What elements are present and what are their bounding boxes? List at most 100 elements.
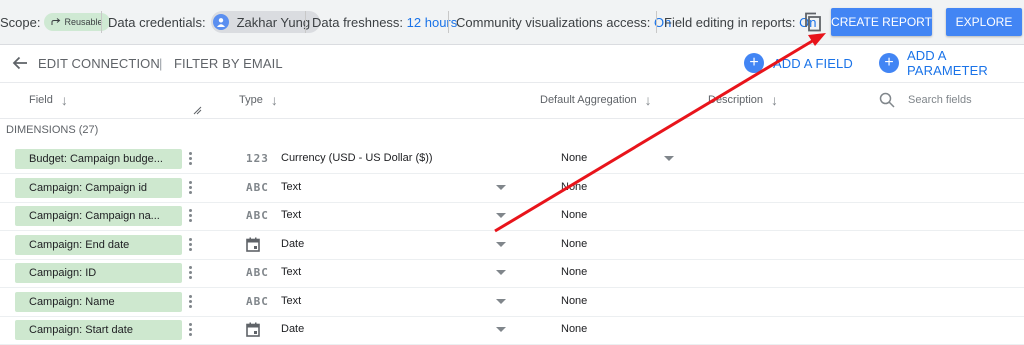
type-column-header[interactable]: Type ↓: [239, 82, 278, 118]
aggregation-value[interactable]: None: [561, 238, 587, 250]
add-parameter-plus-icon[interactable]: +: [879, 53, 899, 73]
type-select[interactable]: Text: [281, 266, 301, 278]
add-parameter-label: ADD A PARAMETER: [907, 48, 988, 78]
type-icon: ABC: [246, 266, 269, 279]
topbar-divider: [305, 11, 306, 33]
edit-connection-button[interactable]: EDIT CONNECTION: [38, 44, 160, 82]
sort-arrow-icon: ↓: [644, 92, 652, 108]
field-name-chip[interactable]: Campaign: Campaign id: [15, 177, 182, 198]
add-field-plus-icon[interactable]: +: [744, 53, 764, 73]
credentials-user-chip[interactable]: Zakhar Yung: [210, 11, 321, 33]
aggregation-value[interactable]: None: [561, 209, 587, 221]
type-column-label: Type: [239, 94, 263, 106]
sort-arrow-icon: ↓: [60, 92, 68, 108]
field-name-chip[interactable]: Budget: Campaign budge...: [15, 149, 182, 169]
scope-label: Scope:: [0, 14, 41, 30]
user-avatar-icon: [212, 14, 229, 30]
table-row: Campaign: End date Date None: [0, 231, 1024, 260]
dropdown-arrow-icon[interactable]: [496, 241, 506, 247]
table-row: Campaign: Campaign id ABC Text None: [0, 174, 1024, 203]
more-vert-icon[interactable]: [189, 179, 193, 197]
reuse-arrow-icon: [51, 18, 61, 25]
topbar-divider: [101, 11, 102, 33]
credentials-group: Data credentials: Zakhar Yung: [108, 0, 321, 44]
field-editing-label: Field editing in reports:: [664, 14, 796, 30]
field-name-chip[interactable]: Campaign: ID: [15, 263, 182, 283]
scope-group: Scope: Reusable: [0, 0, 110, 44]
dropdown-arrow-icon[interactable]: [496, 270, 506, 275]
type-select[interactable]: Currency (USD - US Dollar ($)): [281, 152, 433, 164]
type-icon: ABC: [246, 180, 269, 194]
more-vert-icon[interactable]: [189, 264, 193, 282]
add-field-label: ADD A FIELD: [773, 55, 853, 71]
filter-by-email-button[interactable]: FILTER BY EMAIL: [174, 44, 283, 82]
more-vert-icon[interactable]: [189, 321, 193, 339]
type-icon: ABC: [246, 209, 269, 222]
field-name-chip[interactable]: Campaign: End date: [15, 234, 182, 255]
aggregation-column-header[interactable]: Default Aggregation ↓: [540, 82, 652, 118]
field-editing-group: Field editing in reports: On: [664, 0, 816, 44]
type-select[interactable]: Text: [281, 295, 301, 307]
topbar-divider: [656, 11, 657, 33]
aggregation-value[interactable]: None: [561, 152, 587, 164]
type-select[interactable]: Text: [281, 181, 301, 193]
type-select[interactable]: Date: [281, 238, 304, 250]
sort-arrow-icon: ↓: [771, 92, 779, 108]
type-icon: ABC: [246, 294, 269, 308]
calendar-icon: [246, 322, 260, 340]
topbar-divider: [448, 11, 449, 33]
search-fields-box[interactable]: Search fields: [879, 82, 972, 118]
credentials-label: Data credentials:: [108, 14, 206, 30]
freshness-link[interactable]: 12 hours: [407, 15, 458, 30]
dimensions-section-label: DIMENSIONS (27): [6, 124, 99, 136]
dropdown-arrow-icon[interactable]: [496, 213, 506, 218]
toolbar-divider: |: [159, 55, 163, 71]
table-row: Campaign: Name ABC Text None: [0, 288, 1024, 317]
description-column-label: Description: [708, 94, 764, 106]
freshness-group: Data freshness: 12 hours: [312, 0, 457, 44]
reusable-badge[interactable]: Reusable: [44, 13, 110, 31]
field-name-chip[interactable]: Campaign: Start date: [15, 320, 182, 340]
more-vert-icon[interactable]: [189, 207, 193, 225]
table-row: Campaign: Campaign na... ABC Text None: [0, 202, 1024, 231]
type-select[interactable]: Text: [281, 209, 301, 221]
dropdown-arrow-icon[interactable]: [664, 156, 674, 161]
fields-table-header: Field ↓ Type ↓ Default Aggregation ↓ Des…: [0, 82, 1024, 119]
freshness-label: Data freshness:: [312, 14, 404, 30]
copy-icon[interactable]: [804, 12, 822, 35]
dropdown-arrow-icon[interactable]: [496, 327, 506, 332]
data-source-topbar: Scope: Reusable Data credentials: Zakhar…: [0, 0, 1024, 45]
type-select[interactable]: Date: [281, 323, 304, 335]
dropdown-arrow-icon[interactable]: [496, 298, 506, 304]
description-column-header[interactable]: Description ↓: [708, 82, 778, 118]
aggregation-value[interactable]: None: [561, 266, 587, 278]
create-report-button[interactable]: CREATE REPORT: [831, 8, 932, 36]
field-name-chip[interactable]: Campaign: Campaign na...: [15, 206, 182, 226]
calendar-icon: [246, 237, 260, 255]
aggregation-value[interactable]: None: [561, 323, 587, 335]
sort-arrow-icon: ↓: [270, 92, 278, 108]
search-fields-input[interactable]: Search fields: [908, 94, 972, 106]
explore-button[interactable]: EXPLORE: [946, 8, 1022, 36]
field-column-label: Field: [29, 94, 53, 106]
add-field-button[interactable]: ADD A FIELD: [773, 44, 853, 82]
more-vert-icon[interactable]: [189, 293, 193, 311]
dropdown-arrow-icon[interactable]: [496, 184, 506, 190]
aggregation-value[interactable]: None: [561, 181, 587, 193]
connection-toolbar: EDIT CONNECTION | FILTER BY EMAIL + ADD …: [0, 44, 1024, 83]
search-icon: [879, 92, 895, 108]
resize-handle-icon[interactable]: [193, 102, 202, 120]
field-name-chip[interactable]: Campaign: Name: [15, 291, 182, 312]
more-vert-icon[interactable]: [189, 236, 193, 254]
community-viz-label: Community visualizations access:: [456, 14, 651, 30]
aggregation-value[interactable]: None: [561, 295, 587, 307]
table-row: Campaign: ID ABC Text None: [0, 259, 1024, 288]
field-column-header[interactable]: Field ↓: [29, 82, 68, 118]
type-icon: 123: [246, 152, 269, 165]
table-row: Budget: Campaign budge... 123 Currency (US…: [0, 145, 1024, 174]
back-arrow-icon[interactable]: [12, 55, 28, 76]
aggregation-column-label: Default Aggregation: [540, 94, 637, 106]
credentials-user-name: Zakhar Yung: [236, 14, 311, 30]
add-parameter-button[interactable]: ADD A PARAMETER: [907, 44, 1024, 82]
more-vert-icon[interactable]: [189, 150, 193, 168]
